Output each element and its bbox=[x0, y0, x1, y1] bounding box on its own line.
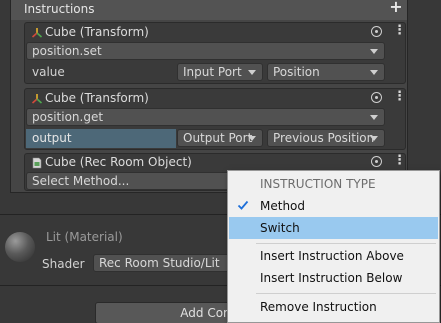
value-dropdown[interactable]: Position bbox=[267, 63, 385, 81]
menu-separator bbox=[256, 243, 436, 244]
menu-item-remove[interactable]: Remove Instruction bbox=[229, 296, 438, 318]
check-icon bbox=[237, 200, 249, 210]
menu-item-label: Switch bbox=[260, 221, 300, 235]
add-instruction-plus-icon[interactable]: + bbox=[389, 0, 403, 15]
port-dropdown-value: Input Port bbox=[183, 65, 242, 79]
menu-item-switch[interactable]: Switch bbox=[229, 217, 438, 239]
value-dropdown-value: Previous Position bbox=[273, 131, 375, 145]
value-dropdown-value: Position bbox=[273, 65, 320, 79]
material-title: Lit (Material) bbox=[46, 230, 123, 244]
port-dropdown-value: Output Port bbox=[183, 131, 253, 145]
instruction-context-menu: INSTRUCTION TYPE Method Switch Insert In… bbox=[227, 170, 440, 323]
instructions-title: Instructions bbox=[24, 2, 95, 16]
kebab-menu-icon[interactable]: ⋮ bbox=[393, 24, 406, 38]
menu-item-method[interactable]: Method bbox=[229, 195, 438, 217]
menu-item-label: Insert Instruction Below bbox=[260, 271, 403, 285]
material-preview-icon bbox=[5, 232, 35, 262]
menu-separator bbox=[256, 293, 436, 294]
chevron-down-icon bbox=[370, 136, 378, 141]
menu-item-insert-above[interactable]: Insert Instruction Above bbox=[229, 245, 438, 267]
menu-item-label: Method bbox=[260, 199, 306, 213]
chevron-down-icon bbox=[370, 70, 378, 75]
method-dropdown-value: position.get bbox=[32, 110, 104, 124]
menu-item-label: Remove Instruction bbox=[260, 300, 377, 314]
object-picker-icon[interactable] bbox=[371, 92, 382, 103]
method-dropdown[interactable]: position.get bbox=[26, 108, 385, 126]
instruction-card-2: Cube (Transform) ⋮ position.get output O… bbox=[24, 88, 406, 150]
chevron-down-icon bbox=[248, 70, 256, 75]
param-label: value bbox=[32, 65, 65, 79]
chevron-down-icon bbox=[370, 115, 378, 120]
shader-dropdown[interactable]: Rec Room Studio/Lit bbox=[93, 254, 243, 272]
card-title: Cube (Rec Room Object) bbox=[45, 155, 192, 169]
shader-dropdown-value: Rec Room Studio/Lit bbox=[99, 256, 220, 270]
method-dropdown-value: position.set bbox=[32, 44, 102, 58]
value-dropdown[interactable]: Previous Position bbox=[267, 129, 385, 147]
kebab-menu-icon[interactable]: ⋮ bbox=[393, 154, 406, 168]
port-dropdown[interactable]: Input Port bbox=[177, 63, 263, 81]
output-label: output bbox=[26, 129, 176, 148]
card-title: Cube (Transform) bbox=[45, 91, 149, 105]
chevron-down-icon bbox=[248, 136, 256, 141]
menu-item-insert-below[interactable]: Insert Instruction Below bbox=[229, 267, 438, 289]
chevron-down-icon bbox=[370, 49, 378, 54]
method-dropdown[interactable]: position.set bbox=[26, 42, 385, 60]
menu-header-instruction-type: INSTRUCTION TYPE bbox=[260, 177, 376, 191]
kebab-menu-icon[interactable]: ⋮ bbox=[393, 90, 406, 104]
instruction-card-1: Cube (Transform) ⋮ position.set value In… bbox=[24, 22, 406, 84]
method-dropdown-value: Select Method... bbox=[32, 174, 130, 188]
card-title: Cube (Transform) bbox=[45, 25, 149, 39]
object-picker-icon[interactable] bbox=[371, 26, 382, 37]
shader-label: Shader bbox=[42, 257, 85, 271]
object-picker-icon[interactable] bbox=[371, 156, 382, 167]
port-dropdown[interactable]: Output Port bbox=[177, 129, 263, 147]
menu-item-label: Insert Instruction Above bbox=[260, 249, 404, 263]
